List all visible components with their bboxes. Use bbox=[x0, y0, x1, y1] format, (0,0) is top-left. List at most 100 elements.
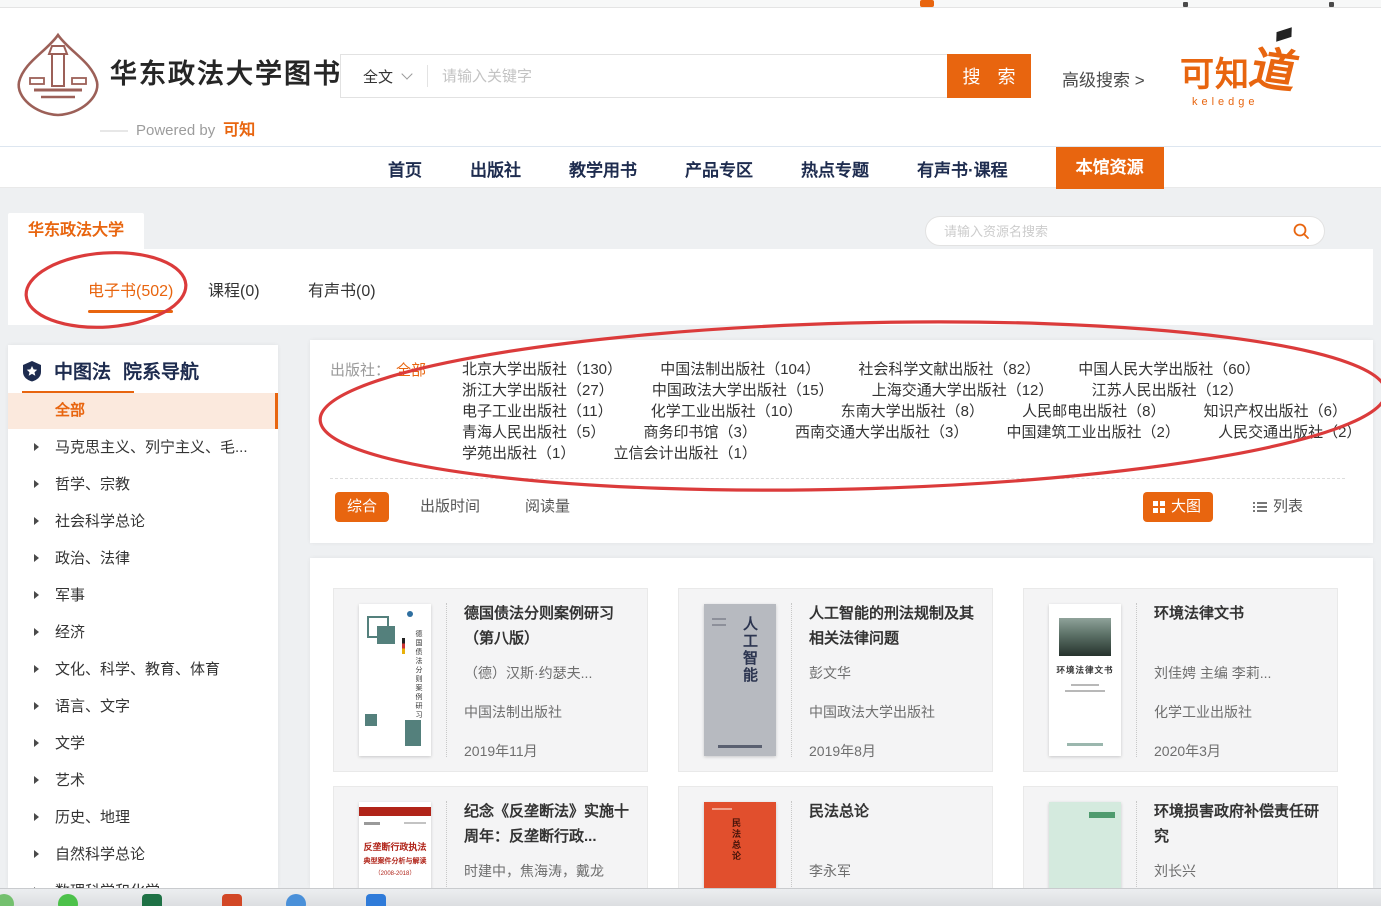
book-date: 2020年3月 bbox=[1154, 741, 1326, 761]
book-card[interactable]: 人工智能 人工智能的刑法规制及其相关法律问题 彭文华 中国政法大学出版社 201… bbox=[678, 588, 993, 772]
book-card[interactable]: 反垄断行政执法 典型案件分析与解读 （2008-2018） 纪念《反垄断法》实施… bbox=[333, 786, 648, 888]
book-card[interactable]: 民法总论 民法总论 李永军 bbox=[678, 786, 993, 888]
book-title: 民法总论 bbox=[809, 799, 981, 824]
publisher-filter-item[interactable]: 青海人民出版社（5） bbox=[462, 424, 605, 441]
windows-taskbar[interactable] bbox=[0, 888, 1381, 906]
arrow-right-icon bbox=[34, 443, 39, 451]
publisher-filter-item[interactable]: 立信会计出版社（1） bbox=[614, 445, 757, 462]
search-button[interactable]: 搜 索 bbox=[947, 54, 1031, 98]
nav-item-library-resources[interactable]: 本馆资源 bbox=[1056, 147, 1164, 189]
publisher-filter-item[interactable]: 化学工业出版社（10） bbox=[651, 403, 803, 420]
search-icon[interactable] bbox=[1292, 222, 1310, 240]
active-tab-underline bbox=[88, 310, 173, 313]
dash-decoration: —— bbox=[100, 122, 126, 139]
publisher-filter-item[interactable]: 西南交通大学出版社（3） bbox=[795, 424, 968, 441]
resource-search-input[interactable] bbox=[926, 224, 1292, 239]
publisher-filter-item[interactable]: 中国法制出版社（104） bbox=[660, 361, 820, 378]
divider bbox=[1136, 603, 1137, 757]
taskbar-app-icon[interactable] bbox=[0, 894, 14, 906]
arrow-right-icon bbox=[34, 665, 39, 673]
taskbar-app-icon[interactable] bbox=[286, 894, 306, 906]
sort-comprehensive-button[interactable]: 综合 bbox=[335, 492, 389, 522]
publisher-filter-item[interactable]: 东南大学出版社（8） bbox=[841, 403, 984, 420]
tab-audiobooks[interactable]: 有声书(0) bbox=[308, 277, 376, 301]
browser-toolbar-mark bbox=[1329, 2, 1334, 7]
nav-item-product-zone[interactable]: 产品专区 bbox=[685, 156, 753, 181]
tab-courses[interactable]: 课程(0) bbox=[208, 277, 260, 301]
category-item-all[interactable]: 全部 bbox=[8, 393, 278, 429]
publisher-filter-item[interactable]: 商务印书馆（3） bbox=[644, 424, 757, 441]
publisher-filter-list: 北京大学出版社（130） 中国法制出版社（104） 社会科学文献出版社（82） … bbox=[462, 359, 1357, 464]
sort-read-count-button[interactable]: 阅读量 bbox=[525, 492, 570, 522]
search-input[interactable] bbox=[428, 68, 948, 85]
category-item[interactable]: 文化、科学、教育、体育 bbox=[8, 651, 278, 688]
arrow-right-icon bbox=[34, 480, 39, 488]
category-item[interactable]: 历史、地理 bbox=[8, 799, 278, 836]
sidebar-header: 中图法 院系导航 bbox=[22, 357, 199, 384]
category-item[interactable]: 马克思主义、列宁主义、毛... bbox=[8, 429, 278, 466]
book-title: 纪念《反垄断法》实施十周年：反垄断行政... bbox=[464, 799, 636, 849]
book-card[interactable]: 德国债法分则案例研习 德国债法分则案例研习（第八版） （德）汉斯·约瑟夫... … bbox=[333, 588, 648, 772]
category-item[interactable]: 艺术 bbox=[8, 762, 278, 799]
shield-badge-icon bbox=[22, 360, 42, 382]
view-large-button[interactable]: 大图 bbox=[1143, 492, 1213, 522]
publisher-filter-item[interactable]: 学苑出版社（1） bbox=[462, 445, 575, 462]
book-date: 2019年8月 bbox=[809, 741, 981, 761]
publisher-filter-item[interactable]: 电子工业出版社（11） bbox=[462, 403, 613, 420]
arrow-right-icon bbox=[34, 591, 39, 599]
book-cover: 德国债法分则案例研习 bbox=[359, 604, 431, 756]
browser-toolbar-mark bbox=[1183, 2, 1188, 7]
arrow-right-icon bbox=[34, 850, 39, 858]
taskbar-app-icon[interactable] bbox=[366, 894, 386, 906]
book-publisher: 中国法制出版社 bbox=[464, 702, 636, 722]
nav-item-hot-topics[interactable]: 热点专题 bbox=[801, 156, 869, 181]
search-scope-dropdown[interactable]: 全文 bbox=[341, 66, 427, 87]
library-tab[interactable]: 华东政法大学 bbox=[8, 213, 144, 249]
nav-item-publishers[interactable]: 出版社 bbox=[470, 156, 521, 181]
publisher-filter-item[interactable]: 知识产权出版社（6） bbox=[1204, 403, 1347, 420]
publisher-filter-item[interactable]: 人民交通出版社（2） bbox=[1218, 424, 1361, 441]
book-title: 环境法律文书 bbox=[1154, 601, 1326, 626]
divider bbox=[446, 801, 447, 888]
category-item[interactable]: 语言、文字 bbox=[8, 688, 278, 725]
nav-item-home[interactable]: 首页 bbox=[388, 156, 422, 181]
category-item[interactable]: 军事 bbox=[8, 577, 278, 614]
publisher-filter-all[interactable]: 全部 bbox=[396, 359, 426, 380]
publisher-filter-item[interactable]: 江苏人民出版社（12） bbox=[1092, 382, 1244, 399]
publisher-filter-item[interactable]: 中国建筑工业出版社（2） bbox=[1007, 424, 1180, 441]
site-header: 华东政法大学图书馆 ——Powered by可知 全文 搜 索 高级搜索 > 可… bbox=[0, 8, 1381, 146]
category-item[interactable]: 政治、法律 bbox=[8, 540, 278, 577]
publisher-filter-item[interactable]: 中国政法大学出版社（15） bbox=[652, 382, 834, 399]
book-card[interactable]: H 环境损害 政府补偿责任研究 环境损害政府补偿责任研究 刘长兴 bbox=[1023, 786, 1338, 888]
category-item[interactable]: 社会科学总论 bbox=[8, 503, 278, 540]
taskbar-app-icon[interactable] bbox=[142, 894, 162, 906]
publisher-filter-item[interactable]: 浙江大学出版社（27） bbox=[462, 382, 614, 399]
publisher-filter-item[interactable]: 北京大学出版社（130） bbox=[462, 361, 622, 378]
publisher-filter-item[interactable]: 上海交通大学出版社（12） bbox=[872, 382, 1054, 399]
taskbar-app-icon[interactable] bbox=[58, 894, 78, 906]
category-item[interactable]: 文学 bbox=[8, 725, 278, 762]
arrow-right-icon bbox=[34, 628, 39, 636]
tab-ebooks[interactable]: 电子书(502) bbox=[88, 277, 173, 301]
publisher-filter-item[interactable]: 社会科学文献出版社（82） bbox=[858, 361, 1040, 378]
sidebar-tab-departments[interactable]: 院系导航 bbox=[123, 357, 199, 384]
sidebar-tab-clc[interactable]: 中图法 bbox=[54, 357, 111, 384]
publisher-filter-item[interactable]: 人民邮电出版社（8） bbox=[1022, 403, 1165, 420]
nav-item-teaching-books[interactable]: 教学用书 bbox=[569, 156, 637, 181]
chevron-down-icon bbox=[401, 68, 412, 79]
book-card[interactable]: 环境法律文书 环境法律文书 刘佳娉 主编 李莉... 化学工业出版社 2020年… bbox=[1023, 588, 1338, 772]
taskbar-app-icon[interactable] bbox=[222, 894, 242, 906]
category-item[interactable]: 经济 bbox=[8, 614, 278, 651]
category-item[interactable]: 哲学、宗教 bbox=[8, 466, 278, 503]
filter-panel: 出版社： 全部 北京大学出版社（130） 中国法制出版社（104） 社会科学文献… bbox=[310, 340, 1373, 543]
sort-publish-time-button[interactable]: 出版时间 bbox=[420, 492, 480, 522]
category-item[interactable]: 自然科学总论 bbox=[8, 836, 278, 873]
nav-item-audiobooks-courses[interactable]: 有声书·课程 bbox=[917, 156, 1008, 181]
divider bbox=[1136, 801, 1137, 888]
publisher-filter-item[interactable]: 中国人民大学出版社（60） bbox=[1078, 361, 1260, 378]
book-cover: H 环境损害 政府补偿责任研究 bbox=[1049, 802, 1121, 888]
view-list-button[interactable]: 列表 bbox=[1253, 492, 1303, 522]
page-title: 华东政法大学图书馆 bbox=[110, 52, 371, 91]
advanced-search-link[interactable]: 高级搜索 > bbox=[1062, 66, 1145, 91]
book-grid: 德国债法分则案例研习 德国债法分则案例研习（第八版） （德）汉斯·约瑟夫... … bbox=[310, 558, 1373, 888]
